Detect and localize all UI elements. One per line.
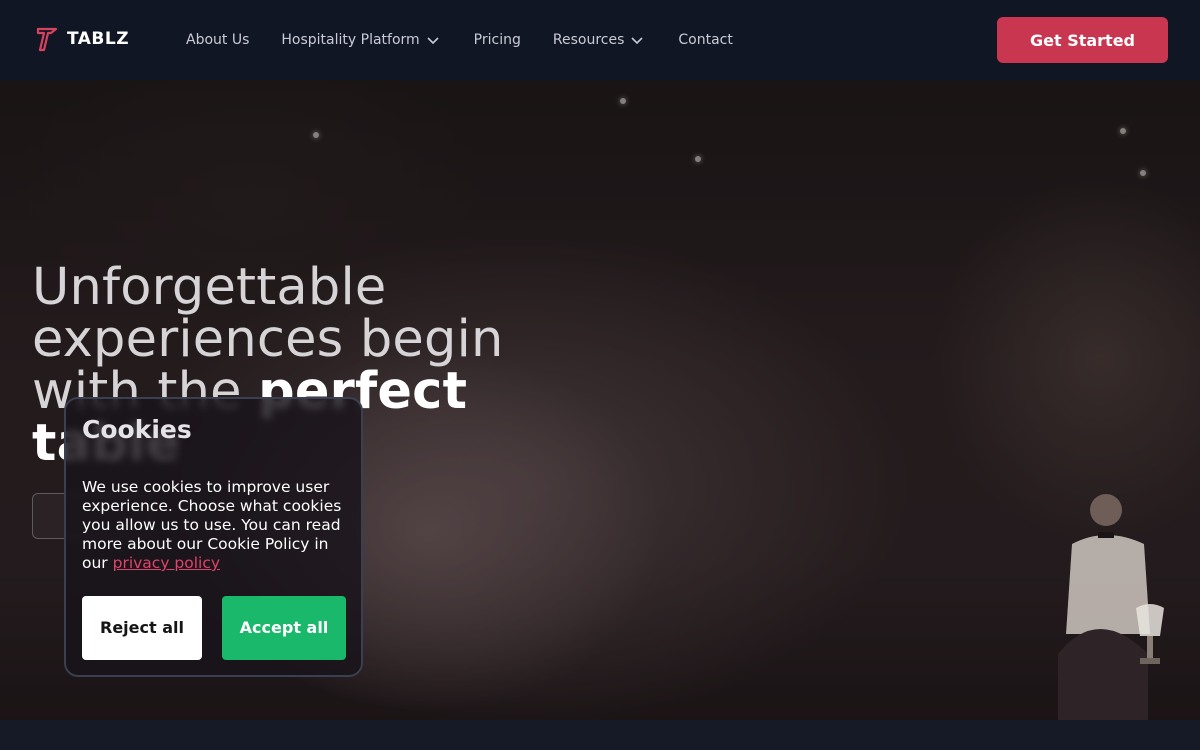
nav-about-us-label: About Us xyxy=(186,32,250,48)
reject-all-button[interactable]: Reject all xyxy=(82,596,202,660)
light-sparkle xyxy=(1120,128,1126,134)
tablz-logo-icon xyxy=(36,26,58,52)
waiter-silhouette xyxy=(1058,494,1150,720)
top-navbar: TABLZ About Us Hospitality Platform Pric… xyxy=(0,0,1200,80)
brand-logo[interactable]: TABLZ xyxy=(36,26,129,52)
table-lamp xyxy=(1136,604,1164,664)
light-sparkle xyxy=(1140,170,1146,176)
accept-all-button[interactable]: Accept all xyxy=(222,596,346,660)
privacy-policy-link[interactable]: privacy policy xyxy=(113,554,220,572)
chevron-down-icon xyxy=(426,35,440,45)
nav-contact[interactable]: Contact xyxy=(678,32,732,48)
nav-contact-label: Contact xyxy=(678,32,733,48)
light-sparkle xyxy=(620,98,626,104)
page-bottom-band xyxy=(0,720,1200,750)
nav-hospitality-platform-label: Hospitality Platform xyxy=(281,32,420,48)
main-nav: About Us Hospitality Platform Pricing Re… xyxy=(186,0,733,80)
chevron-down-icon xyxy=(630,35,644,45)
nav-pricing-label: Pricing xyxy=(473,32,521,48)
brand-name: TABLZ xyxy=(67,29,130,49)
cookie-body: We use cookies to improve user experienc… xyxy=(82,478,350,573)
nav-resources-label: Resources xyxy=(552,32,625,48)
light-sparkle xyxy=(695,156,701,162)
nav-resources[interactable]: Resources xyxy=(553,32,645,48)
nav-about-us[interactable]: About Us xyxy=(186,32,249,48)
nav-pricing[interactable]: Pricing xyxy=(474,32,521,48)
cookie-consent-dialog: Cookies We use cookies to improve user e… xyxy=(64,397,363,677)
nav-hospitality-platform[interactable]: Hospitality Platform xyxy=(281,32,439,48)
get-started-button[interactable]: Get Started xyxy=(997,17,1168,63)
cookie-title: Cookies xyxy=(82,415,192,444)
light-sparkle xyxy=(313,132,319,138)
